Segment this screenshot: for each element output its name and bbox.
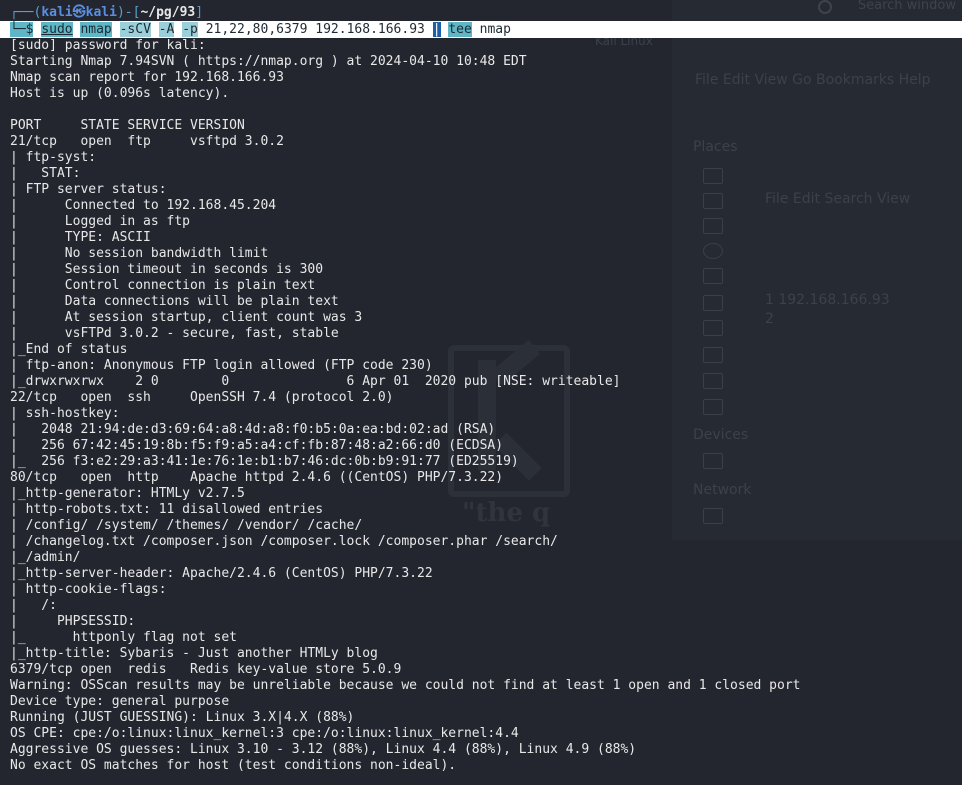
command-pipe: | [432, 22, 441, 37]
output-line: | At session startup, client count was 3 [10, 310, 363, 325]
output-line: | Connected to 192.168.45.204 [10, 198, 277, 213]
terminal-window[interactable]: ┌──(kali㉿kali)-[~/pg/93] └─$ sudo nmap -… [0, 0, 962, 785]
output-line: | Data connections will be plain text [10, 294, 339, 309]
output-line: |_ httponly flag not set [10, 630, 237, 645]
output-line: [sudo] password for kali: [10, 38, 206, 53]
output-line: | Control connection is plain text [10, 278, 316, 293]
output-line: Running (JUST GUESSING): Linux 3.X|4.X (… [10, 710, 355, 725]
output-line: 6379/tcp open redis Redis key-value stor… [10, 662, 402, 677]
output-line: | http-cookie-flags: [10, 582, 167, 597]
output-line: | No session bandwidth limit [10, 246, 269, 261]
prompt-frame: └─ [10, 22, 26, 37]
output-line: No exact OS matches for host (test condi… [10, 758, 457, 773]
output-line: | TYPE: ASCII [10, 230, 151, 245]
output-line: | /config/ /system/ /themes/ /vendor/ /c… [10, 518, 363, 533]
output-line: |_End of status [10, 342, 128, 357]
prompt-dollar: $ [25, 22, 34, 37]
prompt-user: kali [41, 5, 73, 20]
output-line: PORT STATE SERVICE VERSION [10, 118, 245, 133]
command-nmap: nmap [80, 22, 112, 37]
output-line: Aggressive OS guesses: Linux 3.10 - 3.12… [10, 742, 637, 757]
prompt-line: ┌──(kali㉿kali)-[~/pg/93] [10, 5, 203, 21]
command-flag: -sCV [119, 22, 151, 37]
output-line: 80/tcp open http Apache httpd 2.4.6 ((Ce… [10, 470, 504, 485]
output-line: | ssh-hostkey: [10, 406, 120, 421]
prompt-at-symbol: ㉿ [72, 5, 86, 20]
command-flag: -A [158, 22, 175, 37]
output-line: |_http-generator: HTMLy v2.7.5 [10, 486, 245, 501]
output-line: | vsFTPd 3.0.2 - secure, fast, stable [10, 326, 339, 341]
output-line: |_http-server-header: Apache/2.4.6 (Cent… [10, 566, 433, 581]
output-line: Nmap scan report for 192.168.166.93 [10, 70, 284, 85]
output-line: Device type: general purpose [10, 694, 230, 709]
prompt-host: kali [85, 5, 117, 20]
output-line: | /changelog.txt /composer.json /compose… [10, 534, 558, 549]
prompt-path: ~/pg/93 [140, 5, 196, 20]
output-line: 22/tcp open ssh OpenSSH 7.4 (protocol 2.… [10, 390, 394, 405]
output-line: | Session timeout in seconds is 300 [10, 262, 324, 277]
output-line: | PHPSESSID: [10, 614, 136, 629]
output-line: | STAT: [10, 166, 81, 181]
output-line: | ftp-syst: [10, 150, 97, 165]
output-line: Starting Nmap 7.94SVN ( https://nmap.org… [10, 54, 527, 69]
output-line: 21/tcp open ftp vsftpd 3.0.2 [10, 134, 284, 149]
output-line: | Logged in as ftp [10, 214, 191, 229]
output-line: | 256 67:42:45:19:8b:f5:f9:a5:a4:cf:fb:8… [10, 438, 504, 453]
output-line: | 2048 21:94:de:d3:69:64:a8:4d:a8:f0:b5:… [10, 422, 496, 437]
command-flag: -p [182, 22, 198, 37]
prompt-frame: ] [195, 5, 204, 20]
output-line: |_drwxrwxrwx 2 0 0 6 Apr 01 2020 pub [NS… [10, 374, 621, 389]
prompt-frame: ┌──( [10, 5, 42, 20]
output-line: Warning: OSScan results may be unreliabl… [10, 678, 801, 693]
output-line: | ftp-anon: Anonymous FTP login allowed … [10, 358, 433, 373]
output-line: OS CPE: cpe:/o:linux:linux_kernel:3 cpe:… [10, 726, 519, 741]
output-line: |_/admin/ [10, 550, 81, 565]
command-tee: tee [448, 22, 472, 37]
output-line: | FTP server status: [10, 182, 167, 197]
command-line[interactable]: └─$ sudo nmap -sCV -A -p 21,22,80,6379 1… [10, 21, 511, 38]
output-line: |_ 256 f3:e2:29:a3:41:1e:76:1e:b1:b7:46:… [10, 454, 519, 469]
output-line: |_http-title: Sybaris - Just another HTM… [10, 646, 378, 661]
output-line: | http-robots.txt: 11 disallowed entries [10, 502, 324, 517]
prompt-frame: )-[ [116, 5, 141, 20]
output-line: Host is up (0.096s latency). [10, 86, 230, 101]
command-args: 21,22,80,6379 192.168.166.93 [205, 22, 425, 37]
command-sudo: sudo [41, 22, 73, 37]
output-line: | /: [10, 598, 57, 613]
command-outfile: nmap [479, 22, 511, 37]
